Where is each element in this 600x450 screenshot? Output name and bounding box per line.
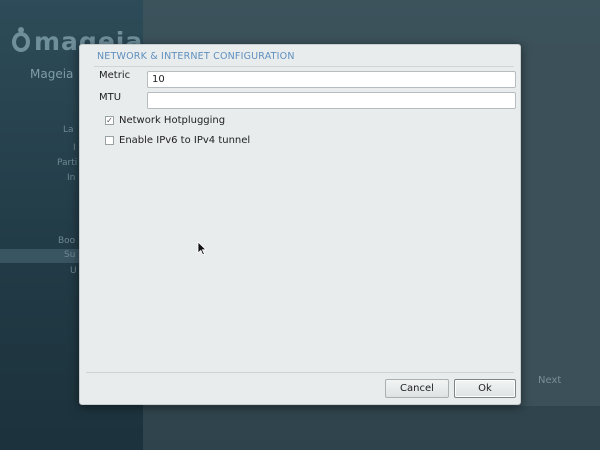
next-button-background: Next: [538, 375, 562, 386]
sidebar-item-summary-label: Su: [64, 250, 76, 260]
checkbox-unchecked-icon[interactable]: [105, 136, 114, 145]
dialog-title: NETWORK & INTERNET CONFIGURATION: [97, 51, 295, 62]
network-config-dialog: NETWORK & INTERNET CONFIGURATION Metric …: [79, 44, 521, 405]
mtu-input[interactable]: [147, 92, 516, 109]
sidebar-item-installing: In: [67, 173, 76, 183]
sidebar-item-language: La: [63, 125, 74, 135]
metric-input[interactable]: [147, 71, 516, 88]
arrow-pointer-icon: [197, 241, 207, 256]
sidebar-item-updates: U: [70, 266, 77, 276]
network-hotplugging-checkbox[interactable]: ✓ Network Hotplugging: [105, 115, 225, 126]
title-divider: [94, 66, 514, 67]
sidebar-item-partitioning: Parti: [57, 158, 78, 168]
metric-label: Metric: [99, 70, 131, 81]
mtu-label: MTU: [99, 92, 122, 103]
checkbox-checked-icon[interactable]: ✓: [105, 116, 114, 125]
sidebar-item-bootloader: Boo: [58, 236, 76, 246]
ipv6-tunnel-label: Enable IPv6 to IPv4 tunnel: [119, 135, 251, 146]
mageia-logo-icon: [12, 26, 30, 52]
network-hotplugging-label: Network Hotplugging: [119, 115, 226, 126]
sidebar-title: Mageia: [30, 67, 74, 81]
ipv6-tunnel-checkbox[interactable]: Enable IPv6 to IPv4 tunnel: [105, 135, 250, 146]
ok-button[interactable]: Ok: [454, 379, 516, 398]
sidebar-item-license: I: [73, 143, 76, 153]
button-divider: [86, 372, 514, 373]
cancel-button[interactable]: Cancel: [385, 379, 449, 398]
